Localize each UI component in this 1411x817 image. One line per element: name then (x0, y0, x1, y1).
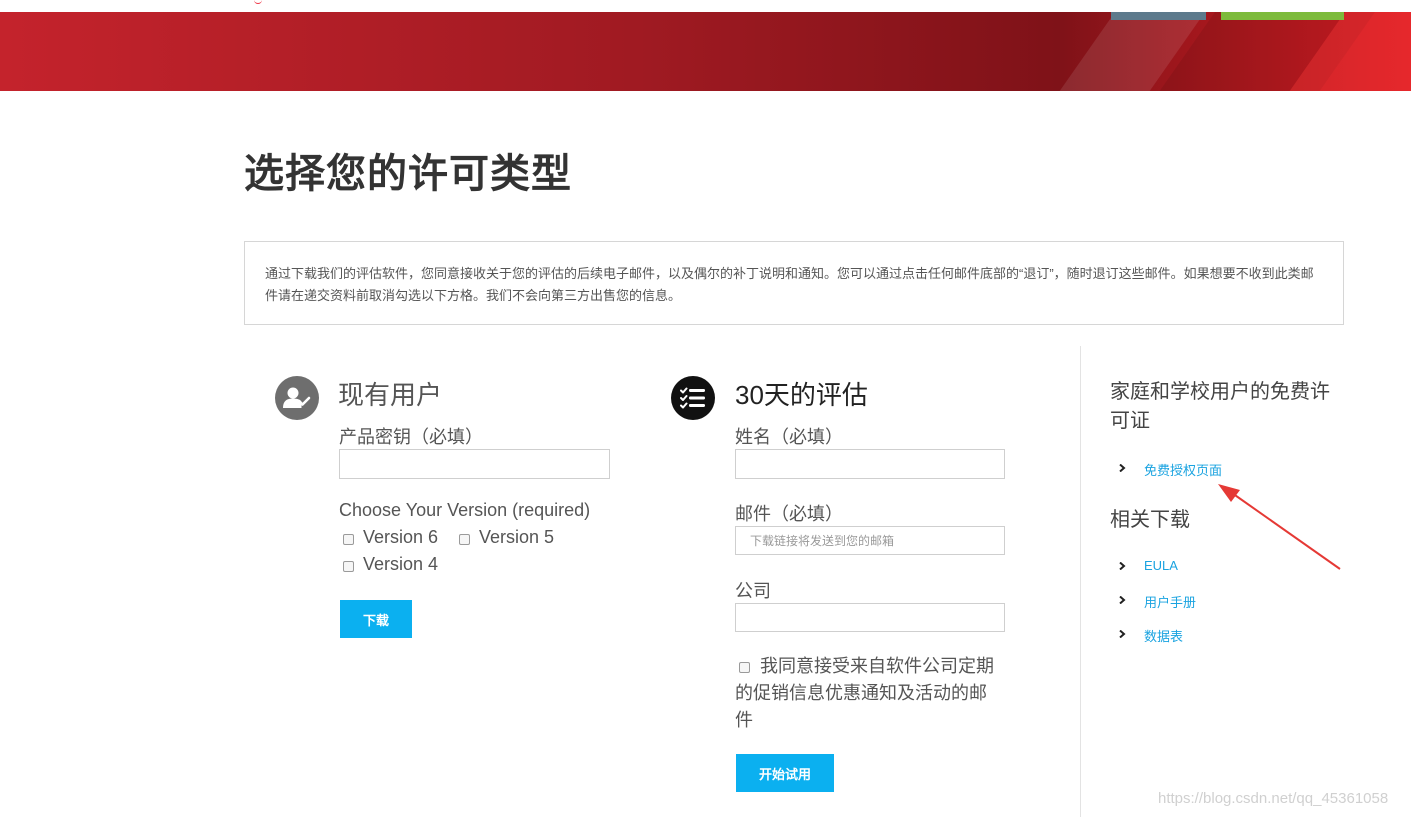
eula-link[interactable]: EULA (1144, 558, 1178, 573)
version-4-label: Version 4 (363, 554, 439, 574)
user-check-icon (275, 376, 319, 420)
version-5-label: Version 5 (479, 527, 555, 547)
email-input[interactable] (735, 526, 1005, 555)
checklist-icon (671, 376, 715, 420)
free-license-page-link[interactable]: 免费授权页面 (1144, 460, 1222, 479)
nav-button-secondary[interactable] (1111, 12, 1206, 20)
version-5-checkbox[interactable] (459, 534, 470, 545)
nav-button-primary[interactable] (1221, 12, 1344, 20)
chevron-right-icon (1119, 630, 1126, 638)
existing-user-title: 现有用户 (338, 380, 443, 410)
watermark-text: https://blog.csdn.net/qq_45361058 (1158, 790, 1389, 807)
notice-text: 通过下载我们的评估软件，您同意接收关于您的评估的后续电子邮件，以及偶尔的补丁说明… (265, 266, 1314, 303)
related-downloads-title: 相关下载 (1110, 509, 1190, 531)
company-input[interactable] (735, 603, 1005, 632)
chevron-right-icon (1119, 596, 1126, 604)
download-button[interactable]: 下载 (340, 600, 412, 638)
name-label: 姓名（必填） (735, 427, 843, 447)
user-manual-link[interactable]: 用户手册 (1144, 592, 1196, 611)
product-key-input[interactable] (339, 449, 610, 479)
top-bar (0, 0, 1411, 12)
consent-label: 我同意接受来自软件公司定期的促销信息优惠通知及活动的邮件 (735, 656, 994, 730)
free-license-title: 家庭和学校用户的免费许可证 (1110, 381, 1330, 432)
email-label: 邮件（必填） (735, 504, 843, 524)
version-6-label: Version 6 (363, 527, 439, 547)
version-label: Choose Your Version (required) (339, 500, 591, 520)
version-6-checkbox[interactable] (343, 534, 354, 545)
name-input[interactable] (735, 449, 1005, 479)
hero-banner (0, 12, 1411, 91)
chevron-right-icon (1119, 464, 1126, 472)
version-4-checkbox[interactable] (343, 561, 354, 572)
start-trial-button[interactable]: 开始试用 (736, 754, 834, 792)
consent-checkbox[interactable] (739, 662, 750, 673)
column-divider (1080, 346, 1081, 817)
notice-box: 通过下载我们的评估软件，您同意接收关于您的评估的后续电子邮件，以及偶尔的补丁说明… (244, 241, 1344, 325)
page-title: 选择您的许可类型 (244, 152, 572, 196)
company-label: 公司 (735, 581, 771, 601)
trial-title: 30天的评估 (735, 380, 868, 410)
product-key-label: 产品密钥（必填） (339, 427, 483, 447)
chevron-right-icon (1119, 562, 1126, 570)
datasheet-link[interactable]: 数据表 (1144, 626, 1183, 645)
consent-option: 我同意接受来自软件公司定期的促销信息优惠通知及活动的邮件 (735, 653, 995, 734)
